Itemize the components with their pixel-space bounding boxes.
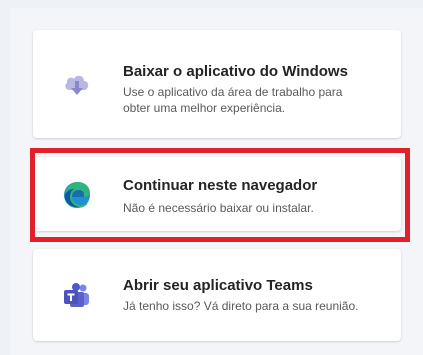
open-teams-app-option[interactable]: Abrir seu aplicativo Teams Já tenho isso… (33, 249, 401, 341)
continue-in-browser-title: Continuar neste navegador (123, 177, 318, 194)
download-windows-app-title: Baixar o aplicativo do Windows (123, 63, 348, 80)
open-teams-app-title: Abrir seu aplicativo Teams (123, 277, 313, 294)
download-windows-app-option[interactable]: Baixar o aplicativo do Windows Use o apl… (33, 30, 401, 138)
continue-in-browser-option[interactable]: Continuar neste navegador Não é necessár… (33, 157, 401, 231)
open-teams-app-description: Já tenho isso? Vá direto para a sua reun… (123, 299, 359, 313)
continue-in-browser-description: Não é necessário baixar ou instalar. (123, 201, 314, 215)
cloud-download-icon (61, 68, 93, 100)
download-windows-app-description: Use o aplicativo da área de trabalho par… (123, 85, 343, 115)
edge-browser-icon (61, 179, 93, 211)
teams-icon (61, 280, 93, 312)
